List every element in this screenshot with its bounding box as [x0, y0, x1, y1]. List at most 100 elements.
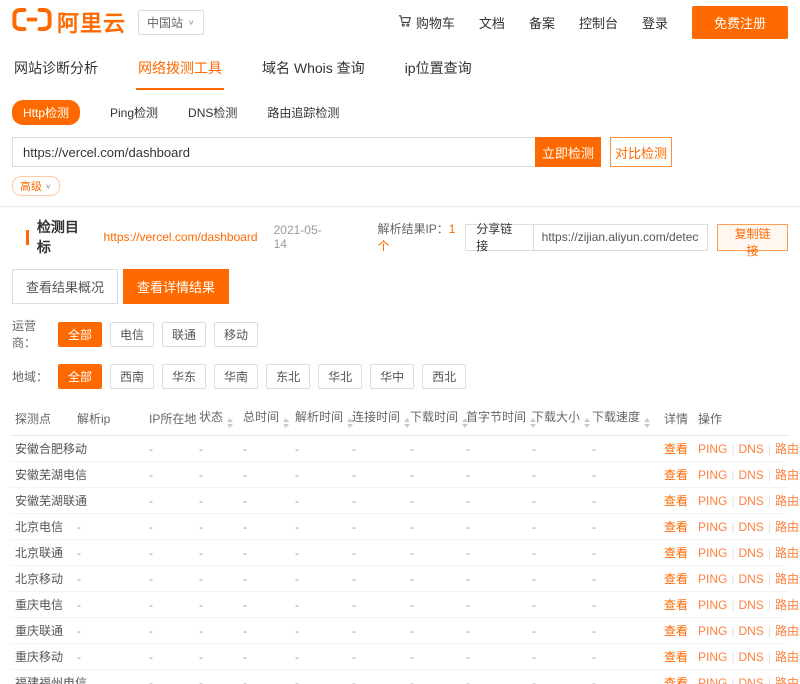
action-cell: PING|DNS|路由追踪: [693, 436, 788, 462]
sort-icon[interactable]: [644, 418, 650, 428]
action-dns[interactable]: DNS: [738, 572, 763, 586]
detect-button[interactable]: 立即检测: [535, 137, 601, 167]
action-dns[interactable]: DNS: [738, 598, 763, 612]
filter-option[interactable]: 全部: [58, 322, 102, 347]
action-dns[interactable]: DNS: [738, 442, 763, 456]
region-selector[interactable]: 中国站 ∨: [138, 10, 204, 35]
target-url-link[interactable]: https://vercel.com/dashboard: [104, 230, 258, 244]
empty-cell: -: [587, 488, 659, 514]
filter-option[interactable]: 电信: [110, 322, 154, 347]
detect-tab-3[interactable]: DNS检测: [188, 104, 237, 121]
view-detail-link[interactable]: 查看: [664, 624, 688, 638]
main-tab-3[interactable]: 域名 Whois 查询: [260, 52, 367, 90]
empty-cell: -: [527, 566, 587, 592]
filter-option[interactable]: 华中: [370, 364, 414, 389]
action-separator: |: [768, 650, 771, 664]
view-detail-link[interactable]: 查看: [664, 494, 688, 508]
action-ping[interactable]: PING: [698, 572, 727, 586]
view-detail-link[interactable]: 查看: [664, 546, 688, 560]
action-ping[interactable]: PING: [698, 650, 727, 664]
action-ping[interactable]: PING: [698, 624, 727, 638]
action-ping[interactable]: PING: [698, 676, 727, 684]
column-header[interactable]: 首字节时间: [461, 401, 527, 436]
action-dns[interactable]: DNS: [738, 650, 763, 664]
action-traceroute[interactable]: 路由追踪: [775, 468, 800, 482]
action-traceroute[interactable]: 路由追踪: [775, 572, 800, 586]
top-link-docs[interactable]: 文档: [479, 13, 505, 32]
action-traceroute[interactable]: 路由追踪: [775, 650, 800, 664]
action-ping[interactable]: PING: [698, 598, 727, 612]
target-row: 检测目标 https://vercel.com/dashboard 2021-0…: [26, 223, 788, 251]
column-header[interactable]: 状态: [194, 401, 238, 436]
copy-link-button[interactable]: 复制链接: [717, 224, 788, 251]
action-dns[interactable]: DNS: [738, 546, 763, 560]
empty-cell: -: [405, 514, 461, 540]
action-ping[interactable]: PING: [698, 442, 727, 456]
register-button[interactable]: 免费注册: [692, 6, 788, 39]
chevron-down-icon: ∨: [45, 182, 52, 191]
column-header[interactable]: 总时间: [238, 401, 290, 436]
view-detail-link[interactable]: 查看: [664, 520, 688, 534]
main-tab-1[interactable]: 网站诊断分析: [12, 52, 100, 90]
advanced-toggle[interactable]: 高级 ∨: [12, 176, 60, 196]
filter-option[interactable]: 东北: [266, 364, 310, 389]
view-detail-link[interactable]: 查看: [664, 650, 688, 664]
filter-option[interactable]: 华北: [318, 364, 362, 389]
filter-option[interactable]: 联通: [162, 322, 206, 347]
action-ping[interactable]: PING: [698, 468, 727, 482]
action-traceroute[interactable]: 路由追踪: [775, 520, 800, 534]
action-ping[interactable]: PING: [698, 520, 727, 534]
action-traceroute[interactable]: 路由追踪: [775, 598, 800, 612]
sort-icon[interactable]: [227, 418, 233, 428]
column-header[interactable]: 解析时间: [290, 401, 347, 436]
action-traceroute[interactable]: 路由追踪: [775, 442, 800, 456]
top-link-login[interactable]: 登录: [642, 13, 668, 32]
aliyun-logo[interactable]: 阿里云: [12, 6, 126, 38]
filter-option[interactable]: 移动: [214, 322, 258, 347]
action-dns[interactable]: DNS: [738, 520, 763, 534]
empty-cell: -: [290, 436, 347, 462]
cart-link[interactable]: 购物车: [397, 13, 455, 32]
detect-tab-2[interactable]: Ping检测: [110, 104, 158, 121]
result-tab-1[interactable]: 查看结果概况: [12, 269, 118, 304]
column-header[interactable]: 下载速度: [587, 401, 659, 436]
action-cell: PING|DNS|路由追踪: [693, 670, 788, 684]
view-detail-link[interactable]: 查看: [664, 572, 688, 586]
main-tab-4[interactable]: ip位置查询: [403, 52, 474, 90]
action-traceroute[interactable]: 路由追踪: [775, 624, 800, 638]
result-tab-2[interactable]: 查看详情结果: [123, 269, 229, 304]
top-link-console[interactable]: 控制台: [579, 13, 618, 32]
url-input[interactable]: [12, 137, 535, 167]
column-header[interactable]: 下载时间: [405, 401, 461, 436]
view-detail-link[interactable]: 查看: [664, 442, 688, 456]
empty-cell: -: [587, 514, 659, 540]
action-dns[interactable]: DNS: [738, 468, 763, 482]
view-detail-link[interactable]: 查看: [664, 676, 688, 684]
action-ping[interactable]: PING: [698, 494, 727, 508]
action-dns[interactable]: DNS: [738, 624, 763, 638]
action-traceroute[interactable]: 路由追踪: [775, 676, 800, 684]
action-traceroute[interactable]: 路由追踪: [775, 546, 800, 560]
detect-tab-1[interactable]: Http检测: [12, 100, 80, 125]
action-dns[interactable]: DNS: [738, 676, 763, 684]
action-traceroute[interactable]: 路由追踪: [775, 494, 800, 508]
top-link-beian[interactable]: 备案: [529, 13, 555, 32]
filter-option[interactable]: 全部: [58, 364, 102, 389]
filter-option[interactable]: 西南: [110, 364, 154, 389]
column-header[interactable]: 连接时间: [347, 401, 405, 436]
share-url-input[interactable]: [533, 225, 708, 250]
main-tab-2[interactable]: 网络拨测工具: [136, 52, 224, 90]
sort-icon[interactable]: [283, 418, 289, 428]
compare-button[interactable]: 对比检测: [610, 137, 672, 167]
filter-option[interactable]: 华南: [214, 364, 258, 389]
filter-option[interactable]: 华东: [162, 364, 206, 389]
action-dns[interactable]: DNS: [738, 494, 763, 508]
column-header[interactable]: 下载大小: [527, 401, 587, 436]
sort-icon[interactable]: [584, 418, 590, 428]
empty-cell: -: [405, 618, 461, 644]
view-detail-link[interactable]: 查看: [664, 468, 688, 482]
filter-option[interactable]: 西北: [422, 364, 466, 389]
view-detail-link[interactable]: 查看: [664, 598, 688, 612]
action-ping[interactable]: PING: [698, 546, 727, 560]
detect-tab-4[interactable]: 路由追踪检测: [267, 104, 339, 121]
